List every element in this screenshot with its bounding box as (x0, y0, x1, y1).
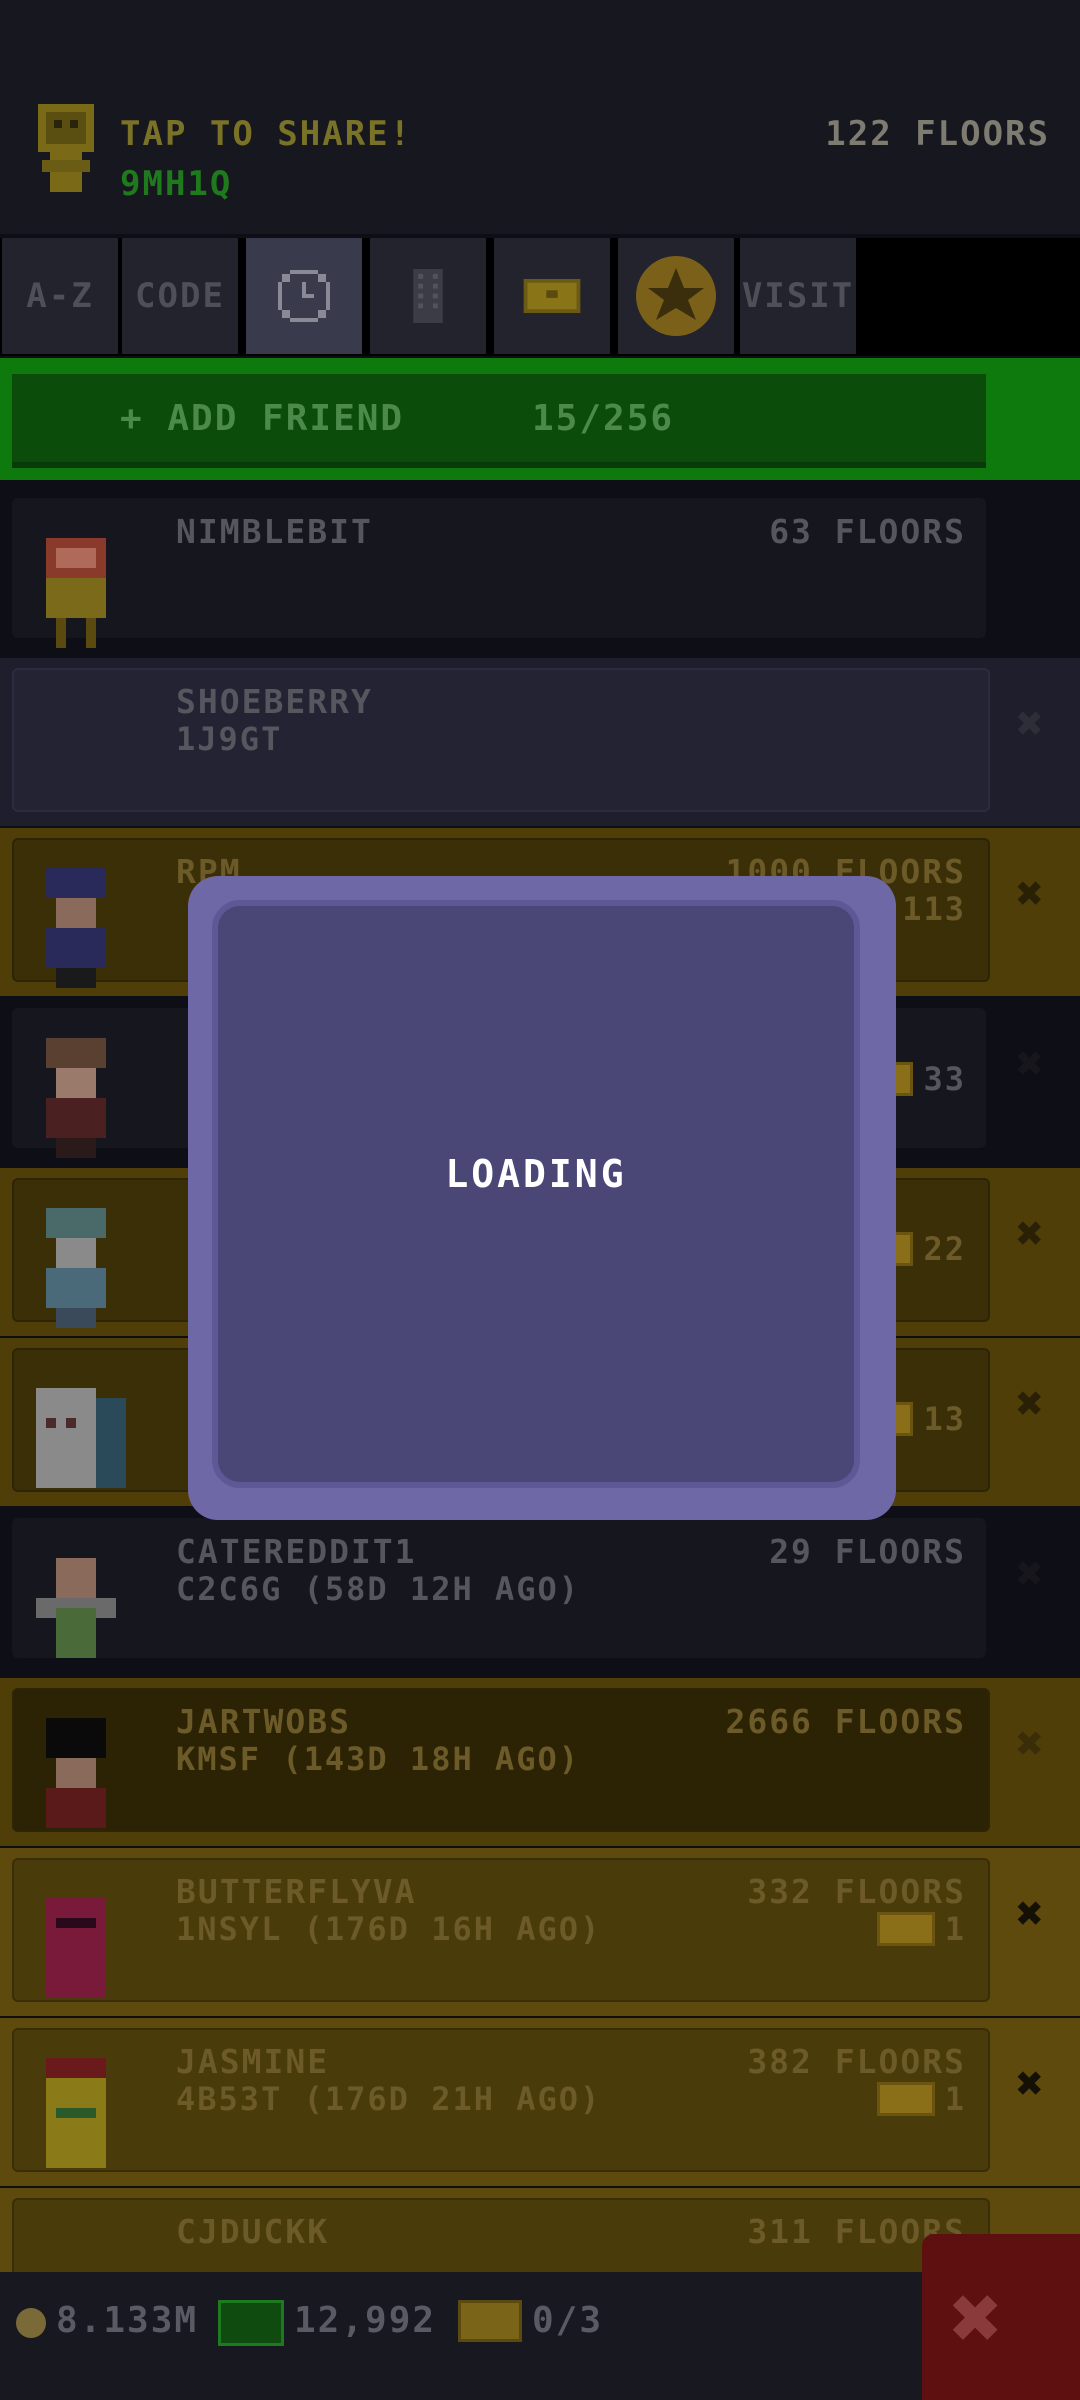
remove-friend-icon[interactable]: ✖ (1006, 2058, 1056, 2108)
tab-recent[interactable] (246, 238, 362, 354)
bux-value: 12,992 (294, 2300, 437, 2341)
remove-friend-icon[interactable]: ✖ (1006, 1888, 1056, 1938)
friend-row[interactable]: SHOEBERRY 1J9GT ✖ (0, 658, 1080, 826)
friend-floors: 2666 FLOORS (725, 1702, 966, 1741)
tab-code[interactable]: CODE (122, 238, 238, 354)
ticket-icon (876, 1912, 935, 1946)
friend-code: KMSF (143D 18H AGO) (176, 1740, 581, 1778)
loading-text: LOADING (445, 1152, 627, 1196)
tab-stars[interactable] (618, 238, 734, 354)
tab-floors[interactable] (370, 238, 486, 354)
remove-friend-icon[interactable]: ✖ (1006, 1378, 1056, 1428)
star-icon (636, 256, 716, 336)
friend-avatar (36, 1558, 116, 1658)
friend-tickets: 1 (876, 2080, 966, 2118)
add-friend-bar: + ADD FRIEND 15/256 (0, 358, 1080, 480)
remove-friend-icon[interactable]: ✖ (1006, 868, 1056, 918)
friend-floors: 332 FLOORS (747, 1872, 966, 1911)
remove-friend-icon[interactable]: ✖ (1006, 1038, 1056, 1088)
bux-icon (218, 2300, 284, 2346)
player-floors: 122 FLOORS (825, 114, 1050, 154)
friend-avatar (46, 868, 106, 988)
friend-code: 1NSYL (176D 16H AGO) (176, 1910, 602, 1948)
tab-visit[interactable]: VISIT (740, 238, 856, 354)
friend-code: 4B53T (176D 21H AGO) (176, 2080, 602, 2118)
friend-avatar (46, 2058, 106, 2168)
friend-code: 1J9GT (176, 720, 283, 758)
sort-tabs: A-Z CODE VISIT (0, 238, 1080, 356)
friend-floors: 29 FLOORS (769, 1532, 966, 1571)
friend-floors: 382 FLOORS (747, 2042, 966, 2081)
friend-row[interactable]: BUTTERFLYVA 1NSYL (176D 16H AGO) 332 FLO… (0, 1848, 1080, 2016)
friend-name: NIMBLEBIT (176, 512, 373, 551)
loading-dialog-body: LOADING (212, 900, 860, 1488)
ticket-icon (458, 2300, 522, 2342)
friend-name: CJDUCKK (176, 2212, 330, 2251)
remove-friend-icon[interactable]: ✖ (1006, 1548, 1056, 1598)
friend-avatar (46, 538, 106, 648)
friend-name: JARTWOBS (176, 1702, 351, 1741)
ticket-icon (876, 2082, 935, 2116)
header: TAP TO SHARE! 9MH1Q 122 FLOORS (0, 0, 1080, 234)
tab-tickets[interactable] (494, 238, 610, 354)
currency-bar: 8.133M 12,992 0/3 (0, 2272, 1080, 2400)
friend-avatar (46, 1038, 106, 1158)
tab-a-z[interactable]: A-Z (2, 238, 118, 354)
friend-name: SHOEBERRY (176, 682, 373, 721)
add-friend-button[interactable]: + ADD FRIEND 15/256 (12, 374, 986, 468)
friend-avatar (46, 1898, 106, 1998)
friend-code: C2C6G (58D 12H AGO) (176, 1570, 581, 1608)
coins-value: 8.133M (56, 2300, 199, 2341)
remove-friend-icon[interactable]: ✖ (1006, 1718, 1056, 1768)
friend-avatar (46, 1718, 106, 1828)
friend-row[interactable]: NIMBLEBIT 63 FLOORS (0, 488, 1080, 656)
player-avatar-icon[interactable] (30, 104, 102, 204)
friend-count: 15/256 (532, 398, 675, 439)
tickets-value: 0/3 (532, 2300, 604, 2341)
add-friend-label: + ADD FRIEND (120, 398, 405, 439)
ticket-icon (523, 279, 581, 313)
player-code: 9MH1Q (120, 164, 233, 204)
tap-to-share-button[interactable]: TAP TO SHARE! (120, 114, 412, 154)
friend-floors: 63 FLOORS (769, 512, 966, 551)
friend-row[interactable]: CATEREDDIT1 C2C6G (58D 12H AGO) 29 FLOOR… (0, 1508, 1080, 1676)
friend-row[interactable]: JARTWOBS KMSF (143D 18H AGO) 2666 FLOORS… (0, 1678, 1080, 1846)
friend-name: CATEREDDIT1 (176, 1532, 417, 1571)
remove-friend-icon[interactable]: ✖ (1006, 698, 1056, 748)
friend-name: JASMINE (176, 2042, 330, 2081)
close-button[interactable]: ✖ (922, 2234, 1080, 2400)
friend-tickets: 1 (876, 1910, 966, 1948)
remove-friend-icon[interactable]: ✖ (1006, 1208, 1056, 1258)
friend-avatar (36, 1388, 126, 1488)
loading-dialog: LOADING (188, 876, 896, 1520)
clock-icon (278, 270, 330, 322)
building-icon (413, 269, 443, 323)
friend-row[interactable]: JASMINE 4B53T (176D 21H AGO) 382 FLOORS … (0, 2018, 1080, 2186)
coin-icon (16, 2308, 46, 2338)
friend-avatar (46, 1208, 106, 1328)
close-icon: ✖ (950, 2266, 1005, 2369)
friend-name: BUTTERFLYVA (176, 1872, 417, 1911)
